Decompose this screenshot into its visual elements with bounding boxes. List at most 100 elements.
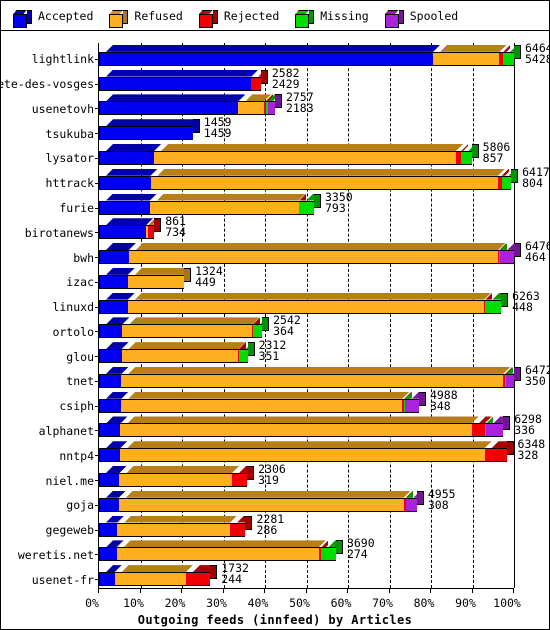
bar-segment-accepted <box>99 250 129 265</box>
bar-segment-refused <box>128 250 499 265</box>
legend-item-missing: Missing <box>295 7 369 28</box>
bar-segment-accepted <box>99 76 252 91</box>
y-axis-label: alphanet <box>38 423 94 438</box>
bar-segment-top <box>106 515 125 523</box>
chart-row: lysator 5806 857 <box>46 141 514 167</box>
bar-end-cap <box>260 69 268 84</box>
chart-row: izac 1324 449 <box>66 265 514 291</box>
bar-value-labels: 3690 274 <box>347 538 375 561</box>
chart-row: bwh 6476 464 <box>73 240 550 266</box>
bar-segment-top <box>127 416 479 424</box>
bar-segment-top <box>128 342 246 350</box>
bar <box>99 292 509 314</box>
bar-segment-top <box>161 143 463 151</box>
bar-segment-refused <box>127 274 185 289</box>
bar-value-accepted: 857 <box>482 150 504 165</box>
bar-segment-accepted <box>99 225 147 240</box>
cube-icon <box>109 9 129 28</box>
bar <box>99 69 268 91</box>
bar-value-accepted: 448 <box>512 299 533 314</box>
bar-segment-spooled <box>404 398 419 413</box>
bar-value-accepted: 308 <box>427 497 449 512</box>
bar-value-accepted: 1459 <box>203 126 232 141</box>
chart-row: csiph 4988 348 <box>59 389 514 415</box>
y-axis-label: glou <box>66 349 94 364</box>
chart-row: ortolo 2542 364 <box>52 315 514 341</box>
bar-value-accepted: 328 <box>517 448 539 463</box>
bar-end-cap <box>503 416 511 431</box>
bar-end-cap <box>501 292 509 307</box>
bar-segment-top <box>106 466 127 473</box>
chart-legend: Accepted Refused Rejected Missing Spooled <box>1 1 549 31</box>
bar-value-accepted: 5428 <box>525 51 550 66</box>
y-axis-label: bwh <box>73 250 94 265</box>
bar-value-labels: 3350 793 <box>325 191 353 214</box>
bar-segment-accepted <box>99 572 115 587</box>
bar-segment-accepted <box>99 522 118 537</box>
bar-segment-spooled <box>267 101 275 116</box>
x-tick <box>181 588 182 593</box>
bar-segment-refused <box>117 522 231 537</box>
bar-segment-refused <box>433 51 500 66</box>
bar-value-accepted: 244 <box>221 572 242 587</box>
bar-segment-rejected <box>232 473 248 487</box>
chart-row: tnet 6472 350 <box>66 364 550 390</box>
bar-segment-top <box>106 317 130 325</box>
bar-segment-accepted <box>99 175 151 190</box>
y-axis-label: lysator <box>45 151 94 166</box>
bar <box>99 218 162 240</box>
bar-end-cap <box>154 218 162 233</box>
bar-segment-accepted <box>99 200 150 215</box>
bar-segment-refused <box>121 398 403 413</box>
y-axis-label: bete-des-vosges <box>0 77 94 92</box>
x-tick-label: 70% <box>372 596 393 610</box>
bar-end-cap <box>184 267 192 282</box>
bar-end-cap <box>514 44 521 59</box>
y-axis-label: tsukuba <box>45 126 94 141</box>
bar-segment-top <box>128 391 410 399</box>
bar-segment-accepted <box>99 448 121 463</box>
chart-row: furie 3350 793 <box>59 191 514 217</box>
chart-row: glou 2312 351 <box>66 339 514 365</box>
chart-row: goja 4955 308 <box>66 488 514 514</box>
bar-segment-refused <box>114 572 186 587</box>
bar <box>99 515 253 537</box>
bar <box>99 143 479 165</box>
bar-segment-refused <box>149 200 299 215</box>
x-tick <box>139 588 141 593</box>
bar <box>99 366 521 388</box>
x-tick-label: 50% <box>289 596 310 610</box>
bar-value-labels: 4955 308 <box>427 488 456 512</box>
bar-value-labels: 2582 2429 <box>272 67 300 90</box>
bar-segment-missing <box>485 299 502 314</box>
bar-value-labels: 6298 336 <box>514 414 542 437</box>
y-axis-label: nntp4 <box>59 448 94 463</box>
bar-segment-accepted <box>99 349 122 364</box>
bar <box>99 267 192 289</box>
bar-value-accepted: 804 <box>522 175 543 190</box>
bar-segment-accepted <box>99 51 434 66</box>
bar-segment-spooled <box>500 250 514 265</box>
chart-row: tsukuba 1459 1459 <box>46 116 514 142</box>
x-tick <box>388 588 390 593</box>
bar-value-labels: 2306 319 <box>258 463 286 488</box>
bar-segment-top <box>157 168 505 176</box>
bar-value-labels: 1324 449 <box>195 265 223 288</box>
y-axis-label: lightlink <box>31 52 94 67</box>
x-tick-label: 30% <box>206 596 227 610</box>
y-axis-label: httrack <box>45 176 94 191</box>
bar-end-cap <box>335 540 343 555</box>
bar-value-labels: 6263 448 <box>512 290 540 314</box>
x-axis-title: Outgoing feeds (innfeed) by Articles <box>137 613 413 627</box>
x-tick <box>430 588 431 593</box>
bar-value-labels: 861 734 <box>165 216 186 239</box>
chart-row: usenetovh 2757 2183 <box>32 92 514 118</box>
cube-icon <box>384 9 404 28</box>
bar-segment-missing <box>252 324 263 339</box>
bar-value-accepted: 364 <box>273 324 294 339</box>
bar-value-accepted: 319 <box>258 473 279 488</box>
bar-segment-top <box>134 267 192 275</box>
chart-root: Accepted Refused Rejected Missing Spooled li… <box>0 0 550 630</box>
x-tick <box>471 588 473 593</box>
legend-item-spooled: Spooled <box>384 7 458 28</box>
